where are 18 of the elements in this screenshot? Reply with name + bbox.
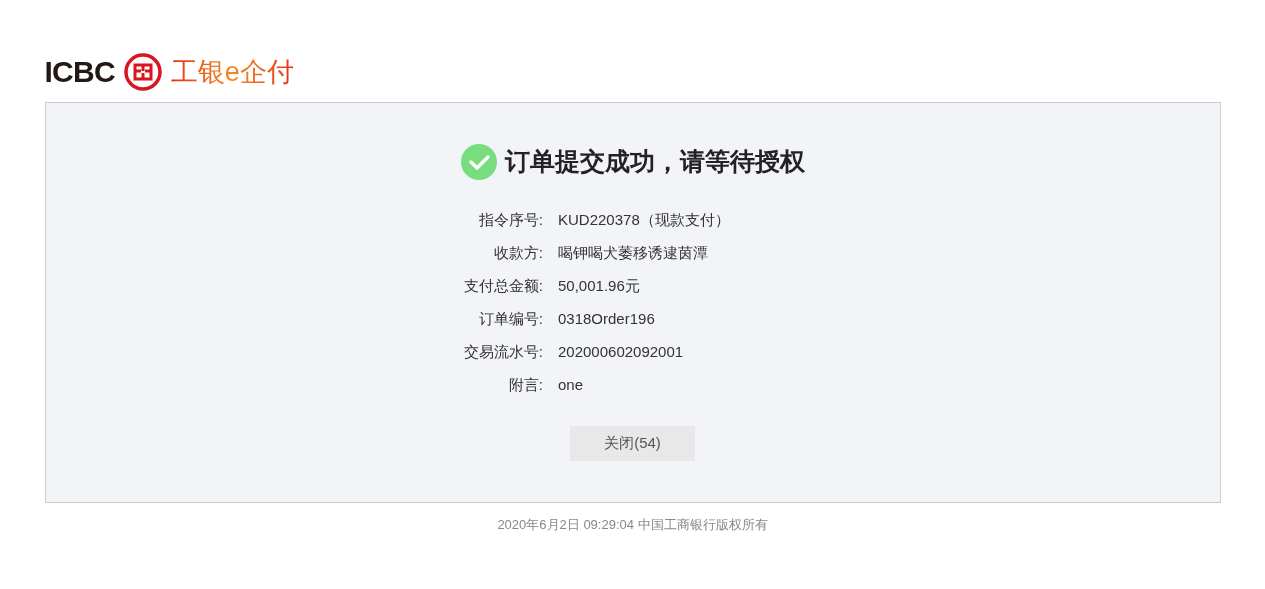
product-logo-text: 工银e企付 xyxy=(170,58,294,86)
result-title: 订单提交成功，请等待授权 xyxy=(504,146,805,177)
detail-value: one xyxy=(558,374,585,395)
detail-value: 202000602092001 xyxy=(558,341,685,362)
emblem-icon xyxy=(122,52,163,92)
detail-label: 指令序号: xyxy=(477,209,543,230)
detail-label: 附言: xyxy=(507,374,543,395)
detail-value: KUD220378（现款支付） xyxy=(558,209,731,230)
detail-value: 50,001.96元 xyxy=(558,275,641,296)
detail-value: 0318Order196 xyxy=(558,308,656,329)
bank-logo-text: ICBC xyxy=(44,57,115,87)
detail-label: 订单编号: xyxy=(477,308,543,329)
detail-value: 喝钾喝犬萎移诱逮茵潭 xyxy=(558,242,709,263)
close-button[interactable]: 关闭(54) xyxy=(570,425,695,461)
detail-label: 支付总金额: xyxy=(462,275,543,296)
detail-label: 收款方: xyxy=(492,242,543,263)
copyright-footer: 2020年6月2日 09:29:04 中国工商银行版权所有 xyxy=(497,515,768,535)
detail-label: 交易流水号: xyxy=(462,341,543,362)
